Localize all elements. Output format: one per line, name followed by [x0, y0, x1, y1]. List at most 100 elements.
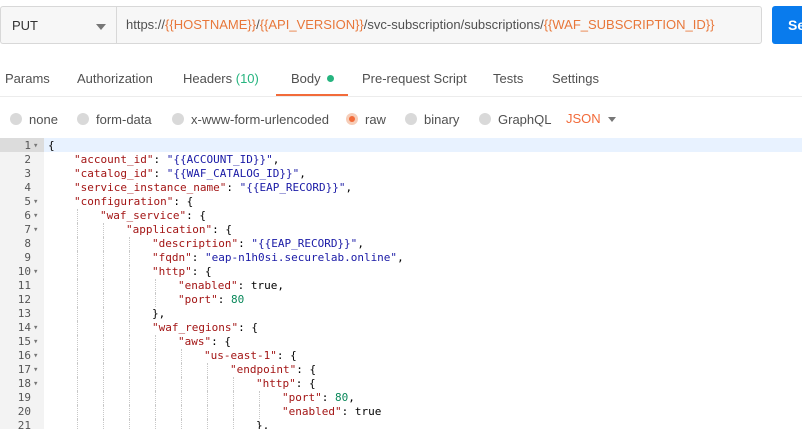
code-text: "enabled": true, [178, 279, 284, 293]
json-punctuation: }, [152, 307, 166, 320]
body-type-label: form-data [96, 112, 152, 127]
indent-guide [129, 391, 130, 405]
fold-arrow-icon[interactable]: ▾ [33, 195, 38, 209]
indent-guide [207, 377, 208, 391]
code-text: "description": "{{EAP_RECORD}}", [152, 237, 364, 251]
tab-headers[interactable]: Headers (10) [183, 71, 259, 86]
code-line: 1 ▾ { [0, 139, 802, 153]
body-type-binary[interactable]: binary [405, 112, 459, 127]
fold-arrow-icon[interactable]: ▾ [33, 265, 38, 279]
body-type-x-www-form-urlencoded[interactable]: x-www-form-urlencoded [172, 112, 329, 127]
code-editor[interactable]: 1 ▾{2 "account_id": "{{ACCOUNT_ID}}", 3 "cat… [0, 138, 802, 429]
tab-settings[interactable]: Settings [552, 71, 599, 86]
json-key: "fqdn" [152, 251, 192, 264]
line-number: 18 [17, 377, 31, 390]
tab-body[interactable]: Body [291, 71, 334, 86]
tab-label: Headers [183, 71, 233, 86]
body-type-raw[interactable]: raw [346, 112, 386, 127]
indent-guide [155, 419, 156, 429]
indent-guide [103, 293, 104, 307]
fold-arrow-icon[interactable]: ▾ [33, 321, 38, 335]
method-label: PUT [12, 18, 38, 33]
body-type-label: binary [424, 112, 460, 127]
fold-arrow-icon[interactable]: ▾ [33, 349, 38, 363]
radio-icon[interactable] [172, 113, 184, 125]
body-type-label: x-www-form-urlencoded [191, 112, 329, 127]
json-key: "enabled" [178, 279, 238, 292]
tab-pre-request-script[interactable]: Pre-request Script [362, 71, 467, 86]
code-text: "fqdn": "eap-n1h0si.securelab.online", [152, 251, 404, 265]
indent-guide [129, 321, 130, 335]
code-line: 11 "enabled": true, [0, 279, 802, 293]
fold-arrow-icon[interactable]: ▾ [33, 377, 38, 391]
radio-icon[interactable] [479, 113, 491, 125]
json-key: "port" [178, 293, 218, 306]
body-type-graphql[interactable]: GraphQL [479, 112, 551, 127]
fold-arrow-icon[interactable]: ▾ [33, 335, 38, 349]
indent-guide [181, 391, 182, 405]
indent-guide [129, 405, 130, 419]
body-type-options: none form-data x-www-form-urlencoded raw bin… [0, 98, 802, 138]
send-button[interactable]: Se [772, 6, 802, 44]
json-key: "us-east-1" [204, 349, 277, 362]
json-punctuation: : [238, 237, 252, 250]
json-key: "service_instance_name" [74, 181, 227, 194]
indent-guide [103, 321, 104, 335]
code-text: "port": 80, [282, 391, 355, 405]
fold-arrow-icon[interactable]: ▾ [33, 363, 38, 377]
code-text: "account_id": "{{ACCOUNT_ID}}", [74, 153, 279, 167]
body-type-none[interactable]: none [10, 112, 58, 127]
json-key: "aws" [178, 335, 212, 348]
format-select[interactable]: JSON [566, 111, 601, 126]
code-text: "service_instance_name": "{{EAP_RECORD}}… [74, 181, 352, 195]
tab-params[interactable]: Params [5, 71, 50, 86]
line-number: 17 [17, 363, 31, 376]
indent-guide [181, 349, 182, 363]
json-punctuation: : { [238, 321, 258, 334]
json-string: "{{WAF_CATALOG_ID}}" [166, 167, 300, 180]
fold-arrow-icon[interactable]: ▾ [33, 209, 38, 223]
method-select[interactable]: PUT [0, 6, 116, 44]
radio-icon[interactable] [77, 113, 89, 125]
body-type-label: raw [365, 112, 386, 127]
line-number: 3 [24, 167, 31, 180]
radio-icon[interactable] [405, 113, 417, 125]
body-type-form-data[interactable]: form-data [77, 112, 152, 127]
json-key: "waf_service" [100, 209, 187, 222]
json-key: "port" [282, 391, 322, 404]
json-number: 80 [231, 293, 245, 306]
json-punctuation: : { [295, 377, 316, 390]
json-key: "http" [152, 265, 192, 278]
indent-guide [129, 293, 130, 307]
json-key: "description" [152, 237, 239, 250]
line-number: 12 [17, 293, 31, 306]
radio-icon[interactable] [346, 113, 358, 125]
code-text: "catalog_id": "{{WAF_CATALOG_ID}}", [74, 167, 306, 181]
tab-tests[interactable]: Tests [493, 71, 523, 86]
tab-label: Settings [552, 71, 599, 86]
indent-guide [77, 419, 78, 429]
chevron-down-icon[interactable] [608, 117, 616, 122]
fold-arrow-icon[interactable]: ▾ [33, 139, 38, 153]
fold-arrow-icon[interactable]: ▾ [33, 223, 38, 237]
code-line: 7 ▾ "application": { [0, 223, 802, 237]
tab-authorization[interactable]: Authorization [77, 71, 153, 86]
code-line: 15 ▾ "aws": { [0, 335, 802, 349]
line-number: 8 [24, 237, 31, 250]
json-key: "enabled" [282, 405, 342, 418]
line-number: 13 [17, 307, 31, 320]
code-line: 14 ▾ "waf_regions": { [0, 321, 802, 335]
line-number: 16 [17, 349, 31, 362]
line-number: 11 [17, 279, 31, 292]
json-string: "{{EAP_RECORD}}" [251, 237, 358, 250]
indent-guide [155, 349, 156, 363]
url-input[interactable]: https://{{HOSTNAME}}/{{API_VERSION}}/svc… [116, 6, 762, 44]
json-punctuation: : { [212, 223, 232, 236]
indent-guide [77, 307, 78, 321]
url-text: /svc-subscription/subscriptions/ [363, 17, 544, 32]
indent-guide [155, 293, 156, 307]
radio-icon[interactable] [10, 113, 22, 125]
line-number: 4 [24, 181, 31, 194]
code-text: "configuration": { [74, 195, 193, 209]
code-line: 2 "account_id": "{{ACCOUNT_ID}}", [0, 153, 802, 167]
